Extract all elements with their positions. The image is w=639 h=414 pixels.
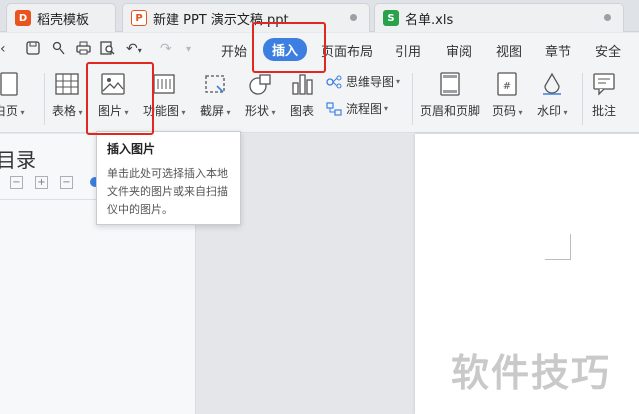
shape-icon [248,71,272,97]
tab-label: 名单.xls [405,12,454,28]
tab-xls-document[interactable]: S 名单.xls [374,3,624,32]
tab-view[interactable]: 视图 [496,41,522,60]
print-icon[interactable] [76,41,91,59]
comment-icon [592,71,616,97]
bar-chart-icon [290,71,314,97]
format-painter-icon[interactable] [52,41,66,59]
table-icon [55,71,79,97]
chevron-down-icon[interactable]: ▾ [186,44,191,55]
screenshot-button[interactable]: 截屏 [200,71,231,119]
tooltip-body: 单击此处可选择插入本地文件夹的图片或来自扫描仪中的图片。 [107,167,228,216]
tab-home[interactable]: 开始 [221,41,247,60]
tab-review[interactable]: 审阅 [446,41,472,60]
print-preview-icon[interactable] [100,41,115,59]
expand-icon[interactable]: + [35,176,48,189]
collapse-all-icon[interactable]: − [10,176,23,189]
tab-page-layout[interactable]: 页面布局 [321,41,373,60]
save-icon[interactable] [26,41,40,59]
tab-ppt-document[interactable]: P 新建 PPT 演示文稿.ppt [122,3,370,32]
watermark-icon [540,71,564,97]
tab-docer-templates[interactable]: D 稻壳模板 [6,3,116,32]
header-footer-button[interactable]: 页眉和页脚 [420,71,480,119]
highlight-picture-button [86,62,154,135]
mindmap-button[interactable]: 思维导图 [326,73,400,90]
picture-tooltip: 插入图片 单击此处可选择插入本地文件夹的图片或来自扫描仪中的图片。 [96,131,241,225]
page-number-icon: # [495,71,519,97]
toc-title: 目录 [0,148,36,172]
close-dot-icon[interactable] [350,14,357,21]
tooltip-title: 插入图片 [107,142,156,156]
divider [412,73,413,125]
header-footer-icon [438,71,462,97]
tab-security[interactable]: 安全 [595,41,621,60]
document-page[interactable]: 软件技巧 [415,134,639,414]
mindmap-icon [326,75,342,89]
svg-text:#: # [503,81,511,92]
blank-page-button[interactable]: 白页 [0,71,25,119]
chevron-left-icon[interactable]: ‹ [0,41,6,57]
tab-chapter[interactable]: 章节 [545,41,571,60]
watermark-text: 软件技巧 [451,351,612,395]
function-chart-icon [152,71,176,97]
toc-controls: − + − [10,176,73,189]
divider [582,73,583,125]
screenshot-icon [203,71,227,97]
redo-icon[interactable]: ↷ [160,41,172,57]
flowchart-icon [326,101,342,116]
comment-button[interactable]: 批注 [592,71,616,119]
docer-icon: D [15,10,31,26]
collapse-icon[interactable]: − [60,176,73,189]
margin-corner-mark [545,234,571,260]
ppt-icon: P [131,10,147,26]
shape-button[interactable]: 形状 [245,71,276,119]
chart-button[interactable]: 图表 [290,71,314,119]
close-dot-icon[interactable] [604,14,611,21]
flowchart-button[interactable]: 流程图 [326,100,388,117]
xls-icon: S [383,10,399,26]
tab-label: 稻壳模板 [37,12,90,28]
tab-references[interactable]: 引用 [395,41,421,60]
table-button[interactable]: 表格 [52,71,83,119]
undo-icon[interactable]: ↶▾ [126,41,142,57]
watermark-button[interactable]: 水印 [537,71,568,119]
page-number-button[interactable]: # 页码 [492,71,523,119]
divider [44,73,45,125]
blank-page-icon [0,71,21,97]
document-canvas: 软件技巧 [197,134,639,414]
highlight-insert-tab [252,22,326,73]
